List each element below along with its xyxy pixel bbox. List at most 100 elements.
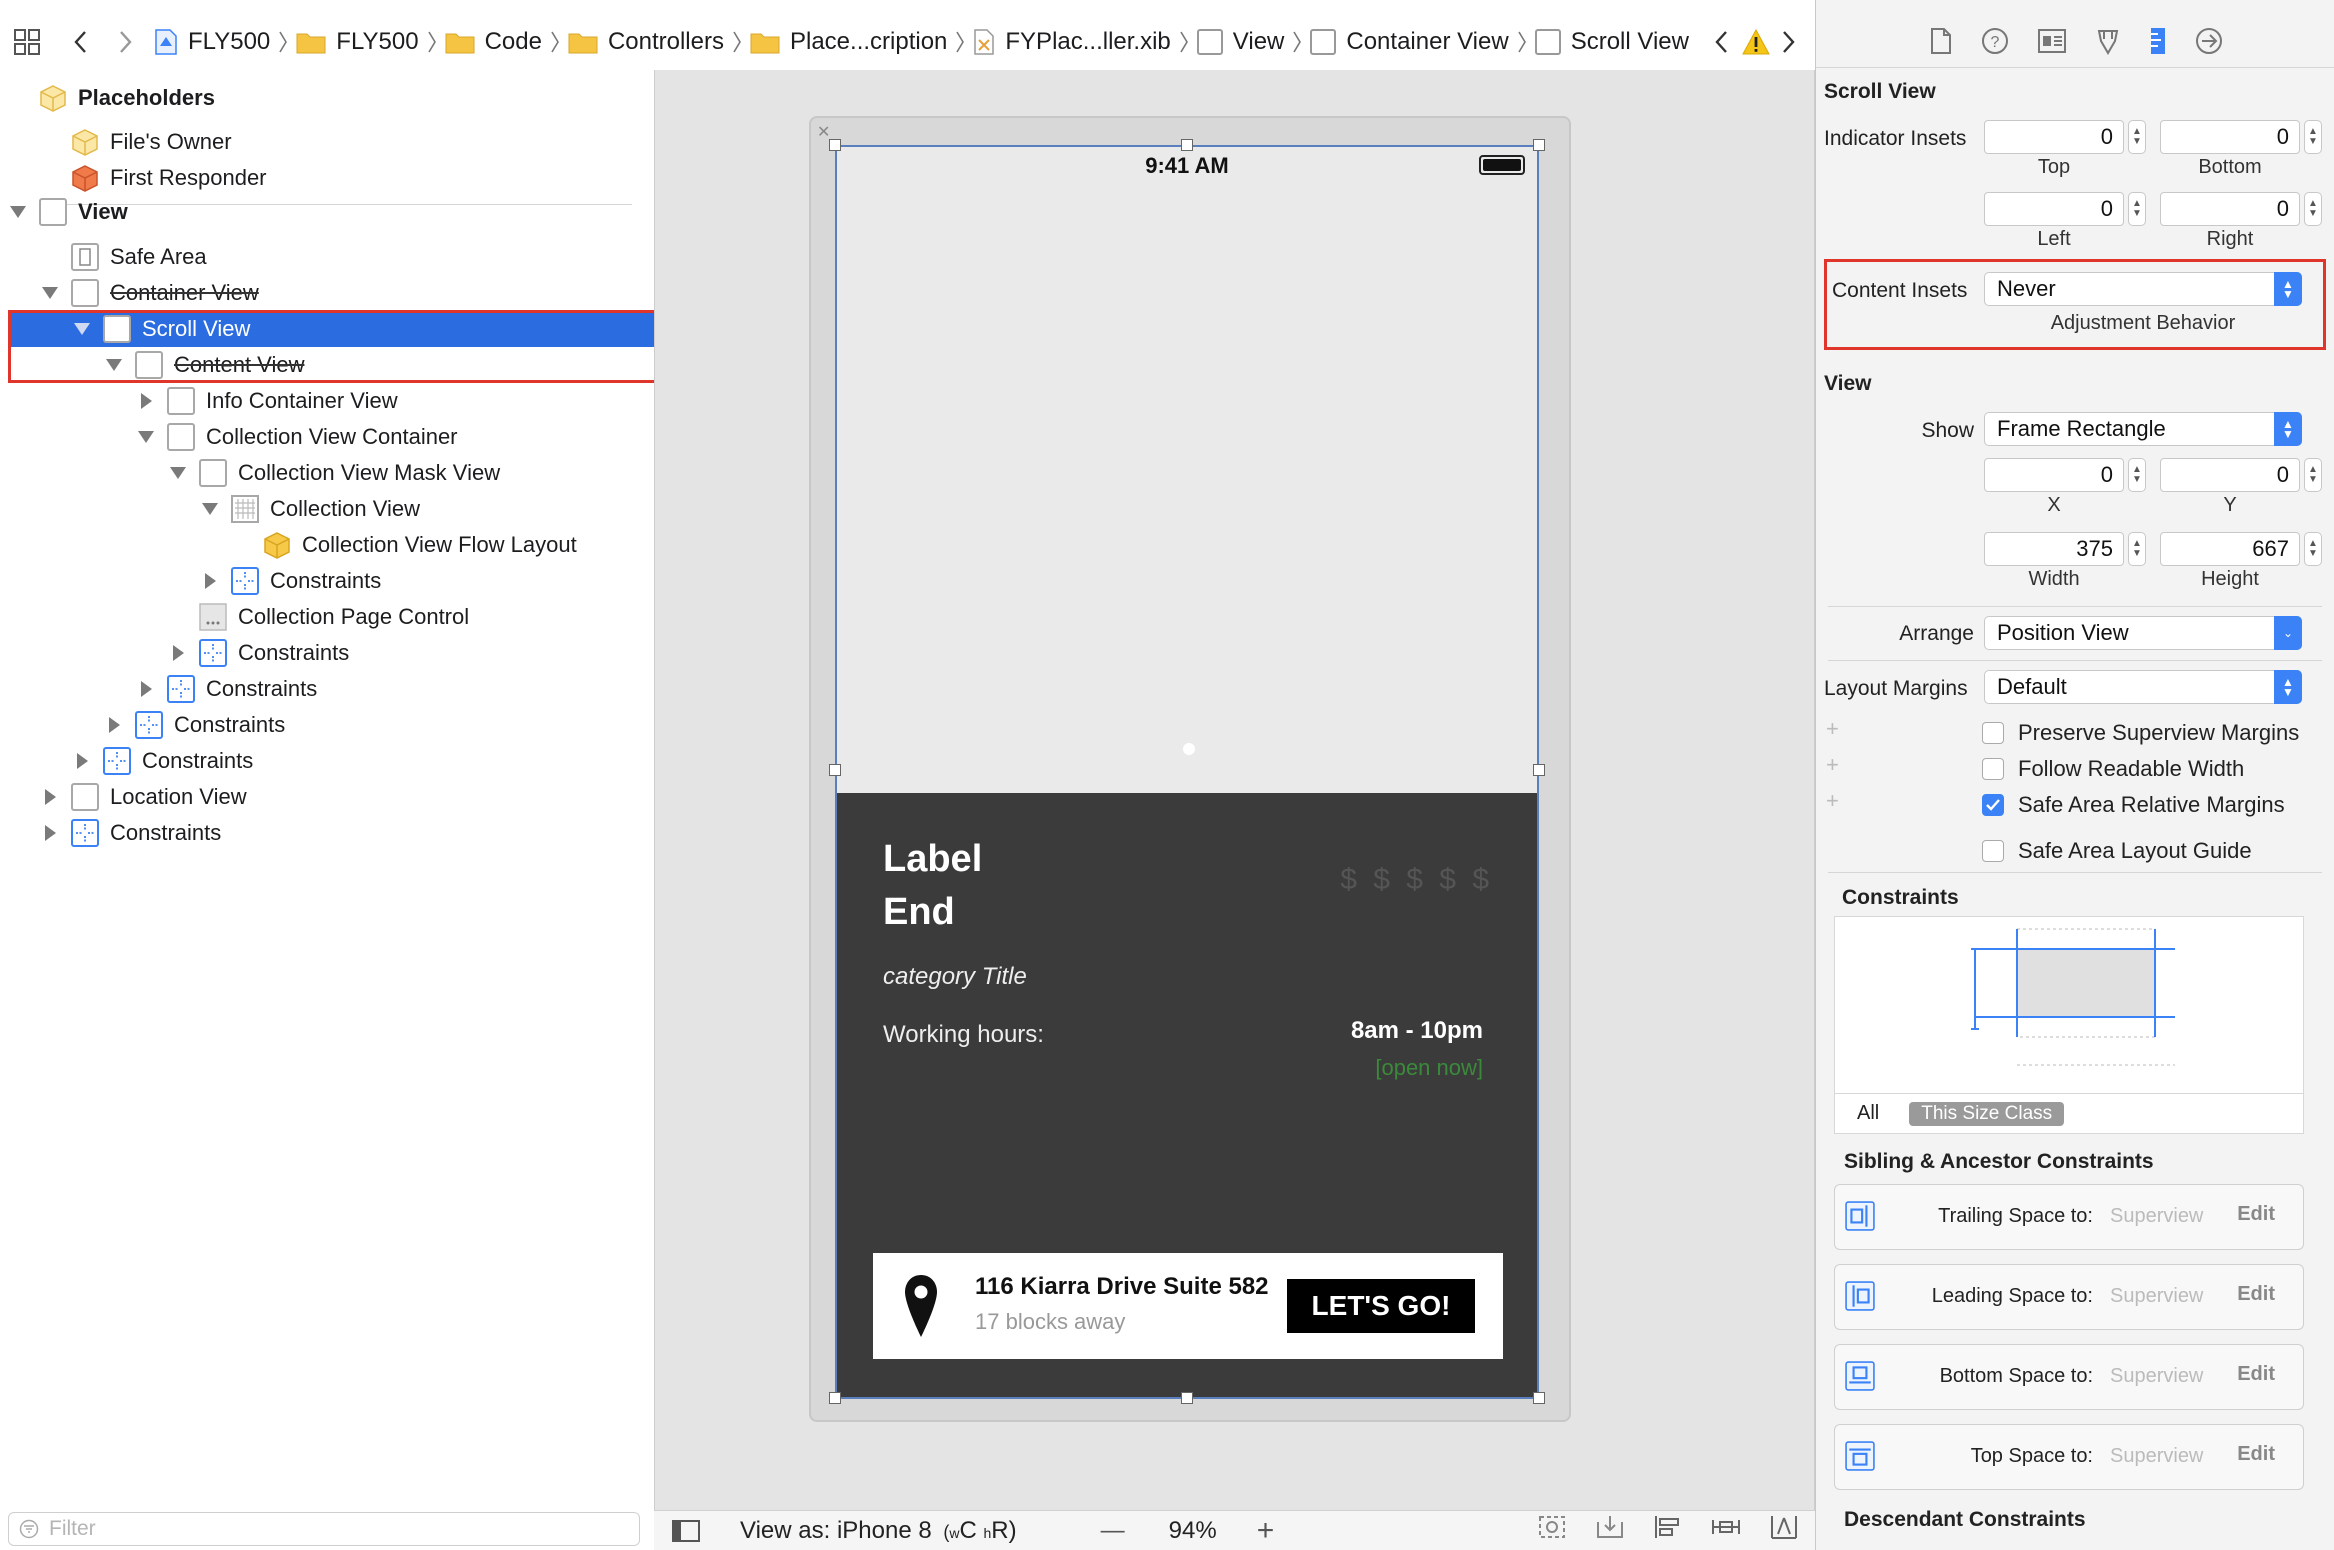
width-field[interactable]: 375 bbox=[1984, 532, 2124, 566]
indicator-inset-right-stepper[interactable]: ▲ ▼ bbox=[2304, 192, 2322, 226]
outline-info-container-view[interactable]: Info Container View bbox=[136, 383, 398, 419]
outline-constraints[interactable]: Constraints bbox=[200, 563, 381, 599]
outline-files-owner[interactable]: File's Owner bbox=[70, 124, 232, 160]
breadcrumb-item[interactable]: Place...cription bbox=[750, 28, 947, 56]
disclosure-collapsed-icon[interactable] bbox=[40, 823, 60, 843]
related-items-icon[interactable] bbox=[12, 29, 42, 55]
y-field[interactable]: 0 bbox=[2160, 458, 2300, 492]
checkbox-checked[interactable] bbox=[1982, 794, 2004, 816]
disclosure-collapsed-icon[interactable] bbox=[72, 751, 92, 771]
resize-handle[interactable] bbox=[1533, 139, 1545, 151]
disclosure-expanded-icon[interactable] bbox=[8, 202, 28, 222]
outline-constraints[interactable]: Constraints bbox=[40, 815, 221, 851]
indicator-inset-left-stepper[interactable]: ▲ ▼ bbox=[2128, 192, 2146, 226]
indicator-inset-bottom-field[interactable]: 0 bbox=[2160, 120, 2300, 154]
outline-constraints[interactable]: Constraints bbox=[104, 707, 285, 743]
device-configuration-button[interactable]: View as: iPhone 8 (wC hR) bbox=[740, 1517, 1017, 1545]
identity-inspector-icon[interactable] bbox=[2037, 28, 2067, 60]
size-inspector-icon[interactable] bbox=[2149, 26, 2167, 62]
x-field[interactable]: 0 bbox=[1984, 458, 2124, 492]
outline-collection-view-container[interactable]: Collection View Container bbox=[136, 419, 458, 455]
outline-collection-page-control[interactable]: Collection Page Control bbox=[168, 599, 469, 635]
breadcrumb-item[interactable]: Controllers bbox=[568, 28, 724, 56]
update-frames-icon[interactable] bbox=[1537, 1514, 1567, 1547]
disclosure-collapsed-icon[interactable] bbox=[136, 391, 156, 411]
checkbox-unchecked[interactable] bbox=[1982, 840, 2004, 862]
resize-handle[interactable] bbox=[829, 1392, 841, 1404]
disclosure-collapsed-icon[interactable] bbox=[40, 787, 60, 807]
connections-inspector-icon[interactable] bbox=[2195, 27, 2223, 61]
indicator-inset-right-field[interactable]: 0 bbox=[2160, 192, 2300, 226]
add-new-constraints-icon[interactable] bbox=[1711, 1514, 1741, 1547]
breadcrumb-item[interactable]: Scroll View bbox=[1534, 28, 1689, 56]
constraints-diagram[interactable] bbox=[1834, 916, 2304, 1094]
add-variation-icon[interactable]: + bbox=[1826, 788, 1839, 814]
outline-view[interactable]: View bbox=[8, 194, 128, 230]
interface-builder-canvas[interactable]: ✕ 9:41 AM Label End $ $ $ $ $ category T… bbox=[654, 70, 1815, 1510]
y-stepper[interactable]: ▲ ▼ bbox=[2304, 458, 2322, 492]
breadcrumb-item[interactable]: Code bbox=[445, 28, 542, 56]
show-popup[interactable]: Frame Rectangle ▲ ▼ bbox=[1984, 412, 2302, 446]
checkbox-row[interactable]: Preserve Superview Margins bbox=[1982, 720, 2299, 746]
sibling-constraint-card[interactable]: Leading Space to: Superview Edit bbox=[1834, 1264, 2304, 1330]
breadcrumb-item[interactable]: FLY500 bbox=[296, 28, 419, 56]
sibling-constraint-card[interactable]: Top Space to: Superview Edit bbox=[1834, 1424, 2304, 1490]
zoom-out-button[interactable]: — bbox=[1101, 1517, 1125, 1545]
checkbox-row[interactable]: Follow Readable Width bbox=[1982, 756, 2244, 782]
sibling-constraint-card[interactable]: Bottom Space to: Superview Edit bbox=[1834, 1344, 2304, 1410]
indicator-inset-top-stepper[interactable]: ▲ ▼ bbox=[2128, 120, 2146, 154]
breadcrumb-item[interactable]: FLY500 bbox=[154, 28, 270, 56]
forward-chevron-icon[interactable] bbox=[116, 30, 136, 54]
arrange-popup[interactable]: Position View ⌄ bbox=[1984, 616, 2302, 650]
x-stepper[interactable]: ▲ ▼ bbox=[2128, 458, 2146, 492]
resize-handle[interactable] bbox=[1533, 764, 1545, 776]
outline-placeholders[interactable]: Placeholders bbox=[38, 80, 215, 116]
indicator-inset-bottom-stepper[interactable]: ▲ ▼ bbox=[2304, 120, 2322, 154]
quick-help-icon[interactable]: ? bbox=[1981, 27, 2009, 61]
outline-location-view[interactable]: Location View bbox=[40, 779, 247, 815]
disclosure-expanded-icon[interactable] bbox=[40, 283, 60, 303]
outline-collection-view[interactable]: Collection View bbox=[200, 491, 420, 527]
checkbox-unchecked[interactable] bbox=[1982, 758, 2004, 780]
toggle-outline-icon[interactable] bbox=[672, 1519, 700, 1542]
outline-constraints[interactable]: Constraints bbox=[168, 635, 349, 671]
height-stepper[interactable]: ▲ ▼ bbox=[2304, 532, 2322, 566]
lets-go-button[interactable]: LET'S GO! bbox=[1287, 1279, 1475, 1333]
constraint-edit-button[interactable]: Edit bbox=[2237, 1443, 2275, 1466]
disclosure-expanded-icon[interactable] bbox=[136, 427, 156, 447]
disclosure-collapsed-icon[interactable] bbox=[104, 715, 124, 735]
disclosure-expanded-icon[interactable] bbox=[200, 499, 220, 519]
sibling-constraint-card[interactable]: Trailing Space to: Superview Edit bbox=[1834, 1184, 2304, 1250]
page-control-dot[interactable] bbox=[1183, 743, 1195, 755]
height-field[interactable]: 667 bbox=[2160, 532, 2300, 566]
add-variation-icon[interactable]: + bbox=[1826, 752, 1839, 778]
next-issue-chevron-icon[interactable] bbox=[1782, 30, 1796, 54]
indicator-inset-left-field[interactable]: 0 bbox=[1984, 192, 2124, 226]
zoom-in-button[interactable]: + bbox=[1257, 1514, 1275, 1548]
layout-margins-popup[interactable]: Default ▲ ▼ bbox=[1984, 670, 2302, 704]
width-stepper[interactable]: ▲ ▼ bbox=[2128, 532, 2146, 566]
outline-constraints[interactable]: Constraints bbox=[136, 671, 317, 707]
embed-in-stack-icon[interactable] bbox=[1595, 1514, 1625, 1547]
checkbox-row[interactable]: Safe Area Relative Margins bbox=[1982, 792, 2285, 818]
previous-issue-chevron-icon[interactable] bbox=[1714, 30, 1728, 54]
content-insets-popup[interactable]: Never ▲ ▼ bbox=[1984, 272, 2302, 306]
outline-filter-field[interactable]: Filter bbox=[8, 1512, 640, 1546]
checkbox-unchecked[interactable] bbox=[1982, 722, 2004, 744]
resize-handle[interactable] bbox=[829, 139, 841, 151]
outline-container-view[interactable]: Container View bbox=[40, 275, 259, 311]
breadcrumb-item[interactable]: Container View bbox=[1310, 28, 1509, 56]
resize-handle[interactable] bbox=[829, 764, 841, 776]
resize-handle[interactable] bbox=[1533, 1392, 1545, 1404]
resize-handle[interactable] bbox=[1181, 139, 1193, 151]
warning-icon[interactable] bbox=[1742, 29, 1770, 55]
constraint-edit-button[interactable]: Edit bbox=[2237, 1283, 2275, 1306]
constraint-edit-button[interactable]: Edit bbox=[2237, 1363, 2275, 1386]
outline-first-responder[interactable]: First Responder bbox=[70, 160, 267, 196]
scroll-view-preview[interactable]: 9:41 AM Label End $ $ $ $ $ category Tit… bbox=[835, 145, 1539, 1399]
file-inspector-icon[interactable] bbox=[1929, 27, 1953, 61]
disclosure-collapsed-icon[interactable] bbox=[168, 643, 188, 663]
disclosure-collapsed-icon[interactable] bbox=[136, 679, 156, 699]
this-size-class-tab[interactable]: This Size Class bbox=[1909, 1101, 2065, 1126]
outline-collection-view-flow-layout[interactable]: Collection View Flow Layout bbox=[232, 527, 577, 563]
